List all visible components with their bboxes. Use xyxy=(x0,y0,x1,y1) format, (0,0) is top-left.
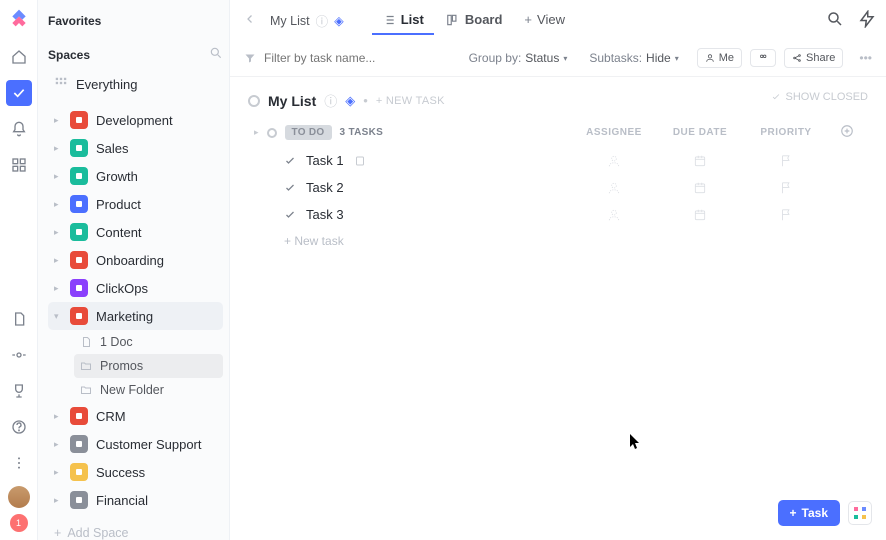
tasks-icon[interactable] xyxy=(6,80,32,106)
content-area: SHOW CLOSED My List ⓘ ◈ • + NEW TASK ▸ T… xyxy=(230,77,886,540)
assignee-cell[interactable] xyxy=(574,181,654,195)
task-name: Task 3 xyxy=(306,207,344,222)
diamond-icon[interactable]: ◈ xyxy=(334,13,344,28)
list-title: My List xyxy=(268,93,316,109)
column-assignee: ASSIGNEE xyxy=(574,127,654,138)
new-task-fab[interactable]: +Task xyxy=(778,500,840,526)
new-task-row[interactable]: + New task xyxy=(248,228,868,254)
view-tab-board[interactable]: Board xyxy=(436,6,513,35)
share-button[interactable]: Share xyxy=(784,48,843,68)
priority-cell[interactable] xyxy=(746,154,826,168)
more-options-icon[interactable]: ••• xyxy=(859,51,872,65)
sidebar-space-success[interactable]: ▸Success xyxy=(48,458,223,486)
subtasks-dropdown[interactable]: Subtasks: Hide ▾ xyxy=(589,51,678,65)
task-row[interactable]: Task 1 xyxy=(248,147,868,174)
avatar[interactable] xyxy=(8,486,30,508)
new-task-inline[interactable]: + NEW TASK xyxy=(376,95,445,107)
sidebar-space-customer-support[interactable]: ▸Customer Support xyxy=(48,430,223,458)
search-icon[interactable] xyxy=(826,10,844,31)
sidebar-space-product[interactable]: ▸Product xyxy=(48,190,223,218)
sidebar-space-marketing[interactable]: ▾Marketing xyxy=(48,302,223,330)
filter-bar: Group by: Status ▾ Subtasks: Hide ▾ Me S… xyxy=(230,40,886,77)
sidebar-child-new-folder[interactable]: New Folder xyxy=(74,378,223,402)
column-due-date: DUE DATE xyxy=(660,127,740,138)
more-icon[interactable] xyxy=(6,450,32,476)
sidebar-space-growth[interactable]: ▸Growth xyxy=(48,162,223,190)
task-name: Task 2 xyxy=(306,180,344,195)
status-circle-icon xyxy=(267,128,277,138)
sidebar-space-development[interactable]: ▸Development xyxy=(48,106,223,134)
notification-badge[interactable]: 1 xyxy=(10,514,28,532)
subtask-icon[interactable] xyxy=(354,155,366,167)
due-date-cell[interactable] xyxy=(660,154,740,168)
task-row[interactable]: Task 3 xyxy=(248,201,868,228)
show-closed-button[interactable]: SHOW CLOSED xyxy=(771,91,868,103)
notifications-icon[interactable] xyxy=(6,116,32,142)
home-icon[interactable] xyxy=(6,44,32,70)
main: My List ⓘ ◈ List Board +View Group by: S… xyxy=(230,0,886,540)
me-button[interactable]: Me xyxy=(697,48,742,68)
column-priority: PRIORITY xyxy=(746,127,826,138)
status-badge[interactable]: TO DO xyxy=(285,125,332,140)
sidebar-child-promos[interactable]: Promos xyxy=(74,354,223,378)
list-status-circle-icon xyxy=(248,95,260,107)
due-date-cell[interactable] xyxy=(660,208,740,222)
check-icon[interactable] xyxy=(284,209,296,221)
sidebar-space-clickops[interactable]: ▸ClickOps xyxy=(48,274,223,302)
view-tab-list[interactable]: List xyxy=(372,6,434,35)
sidebar-space-sales[interactable]: ▸Sales xyxy=(48,134,223,162)
sidebar-search-icon[interactable] xyxy=(209,46,223,63)
pulse-icon[interactable] xyxy=(6,342,32,368)
assignee-cell[interactable] xyxy=(574,208,654,222)
group-by-dropdown[interactable]: Group by: Status ▾ xyxy=(469,51,568,65)
filter-icon[interactable] xyxy=(244,52,256,64)
due-date-cell[interactable] xyxy=(660,181,740,195)
sidebar-space-crm[interactable]: ▸CRM xyxy=(48,402,223,430)
add-space-button[interactable]: +Add Space xyxy=(48,520,223,540)
sidebar-child-1-doc[interactable]: 1 Doc xyxy=(74,330,223,354)
favorites-heading: Favorites xyxy=(48,14,223,28)
assignee-filter-icon[interactable] xyxy=(750,49,776,67)
assignee-cell[interactable] xyxy=(574,154,654,168)
back-icon[interactable] xyxy=(240,9,260,32)
check-icon[interactable] xyxy=(284,182,296,194)
priority-cell[interactable] xyxy=(746,181,826,195)
apps-fab-icon[interactable] xyxy=(848,501,872,525)
priority-cell[interactable] xyxy=(746,208,826,222)
task-count: 3 TASKS xyxy=(340,127,384,138)
task-row[interactable]: Task 2 xyxy=(248,174,868,201)
task-name: Task 1 xyxy=(306,153,344,168)
quick-action-icon[interactable] xyxy=(858,10,876,31)
sidebar-space-financial[interactable]: ▸Financial xyxy=(48,486,223,514)
list-diamond-icon[interactable]: ◈ xyxy=(345,93,355,109)
collapse-group-icon[interactable]: ▸ xyxy=(254,127,259,138)
list-info-icon[interactable]: ⓘ xyxy=(324,91,337,110)
check-icon[interactable] xyxy=(284,155,296,167)
topbar: My List ⓘ ◈ List Board +View xyxy=(230,0,886,40)
icon-rail: 1 xyxy=(0,0,38,540)
spaces-heading: Spaces xyxy=(48,48,90,62)
help-icon[interactable] xyxy=(6,414,32,440)
add-column-icon[interactable] xyxy=(832,124,862,141)
dashboards-icon[interactable] xyxy=(6,152,32,178)
sidebar-space-content[interactable]: ▸Content xyxy=(48,218,223,246)
goals-icon[interactable] xyxy=(6,378,32,404)
sidebar-everything[interactable]: Everything xyxy=(48,71,223,98)
app-logo-icon xyxy=(9,8,29,28)
breadcrumb[interactable]: My List ⓘ ◈ xyxy=(270,11,344,30)
sidebar-space-onboarding[interactable]: ▸Onboarding xyxy=(48,246,223,274)
add-view-button[interactable]: +View xyxy=(514,6,575,35)
info-icon[interactable]: ⓘ xyxy=(316,11,329,30)
docs-icon[interactable] xyxy=(6,306,32,332)
sidebar: Favorites Spaces Everything ▸Development… xyxy=(38,0,230,540)
filter-input[interactable] xyxy=(264,51,424,65)
cursor-icon xyxy=(630,434,642,450)
